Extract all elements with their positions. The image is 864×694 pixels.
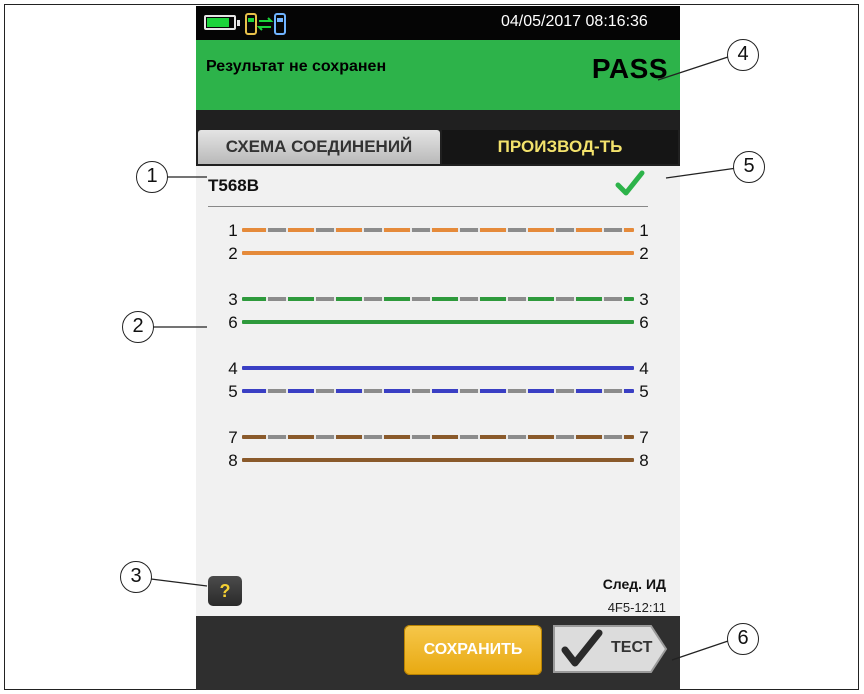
- tester-screen: 04/05/2017 08:16:36 Результат не сохране…: [196, 6, 680, 690]
- save-status-text: Результат не сохранен: [206, 58, 387, 75]
- next-id-value: 4F5-12:11: [607, 600, 666, 615]
- wire-line: [242, 458, 634, 462]
- test-button-label[interactable]: ТЕСТ: [611, 639, 652, 657]
- pass-verdict: PASS: [591, 53, 668, 84]
- callout-6: 6: [727, 623, 759, 655]
- pin-number-far: 8: [639, 451, 649, 470]
- pin-number-far: 4: [639, 359, 649, 378]
- pin-number-far: 1: [639, 221, 649, 240]
- callout-2: 2: [122, 311, 154, 343]
- callout-4: 4: [727, 39, 759, 71]
- wire-line: [242, 435, 634, 439]
- pin-number-far: 3: [639, 290, 649, 309]
- help-button[interactable]: ?: [208, 576, 242, 606]
- callout-5: 5: [733, 151, 765, 183]
- pin-number-far: 5: [639, 382, 649, 401]
- wire-line: [242, 320, 634, 324]
- save-button[interactable]: СОХРАНИТЬ: [404, 625, 542, 675]
- callout-3: 3: [120, 561, 152, 593]
- divider: [208, 206, 648, 207]
- pin-number-near: 8: [228, 451, 238, 470]
- callout-1: 1: [136, 161, 168, 193]
- pin-number-near: 2: [228, 244, 238, 263]
- pin-number-near: 6: [228, 313, 238, 332]
- pin-number-near: 1: [228, 221, 238, 240]
- wire-line: [242, 251, 634, 255]
- pin-number-far: 2: [639, 244, 649, 263]
- pin-number-near: 4: [228, 359, 238, 378]
- date-time: 04/05/2017 08:16:36: [501, 13, 648, 30]
- pin-number-near: 5: [228, 382, 238, 401]
- wire-line: [242, 366, 634, 370]
- checkmark-icon: [615, 170, 645, 196]
- wire-line: [242, 297, 634, 301]
- pin-number-near: 7: [228, 428, 238, 447]
- tab-wiremap[interactable]: СХЕМА СОЕДИНЕНИЙ: [198, 130, 440, 164]
- wiring-standard: T568B: [208, 176, 260, 195]
- pin-number-far: 7: [639, 428, 649, 447]
- status-bar: 04/05/2017 08:16:36: [196, 6, 680, 40]
- wire-line: [242, 389, 634, 393]
- wire-line: [242, 228, 634, 232]
- pin-number-far: 6: [639, 313, 649, 332]
- battery-icon: [204, 15, 240, 30]
- tab-performance[interactable]: ПРОИЗВОД-ТЬ: [442, 130, 678, 164]
- next-id-label: След. ИД: [602, 576, 666, 592]
- pin-number-near: 3: [228, 290, 238, 309]
- link-status-icon: [245, 13, 286, 35]
